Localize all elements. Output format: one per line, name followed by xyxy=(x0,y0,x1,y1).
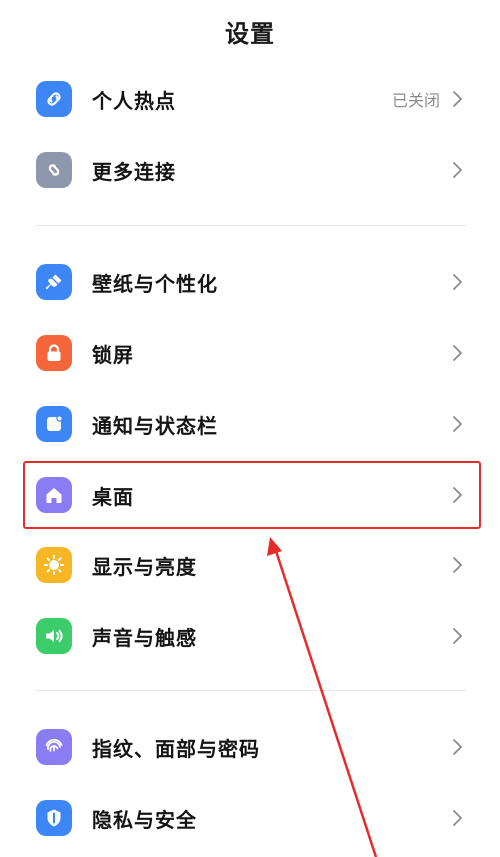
settings-item-label: 隐私与安全 xyxy=(92,807,197,832)
settings-item-label: 锁屏 xyxy=(92,342,134,367)
settings-item-label: 指纹、面部与密码 xyxy=(92,736,260,761)
settings-page: 设置 个人热点 已关闭 更多连接 壁纸与个性化 锁屏 通知与状态栏 桌面 显示与… xyxy=(0,0,500,857)
lock-icon xyxy=(36,335,72,371)
settings-item-label: 壁纸与个性化 xyxy=(92,271,218,296)
fingerprint-icon xyxy=(36,729,72,765)
settings-item-display[interactable]: 显示与亮度 xyxy=(0,535,500,595)
chevron-right-icon xyxy=(450,737,464,757)
chevron-right-icon xyxy=(450,555,464,575)
speaker-icon xyxy=(36,618,72,654)
sun-icon xyxy=(36,547,72,583)
chevron-right-icon xyxy=(450,414,464,434)
settings-item-wallpaper[interactable]: 壁纸与个性化 xyxy=(0,252,500,312)
privacy-shield-icon xyxy=(36,800,72,836)
chevron-right-icon xyxy=(450,89,464,109)
page-title: 设置 xyxy=(225,20,275,48)
settings-item-more-connections[interactable]: 更多连接 xyxy=(0,140,500,200)
settings-item-privacy[interactable]: 隐私与安全 xyxy=(0,788,500,848)
settings-item-label: 个人热点 xyxy=(92,88,176,113)
settings-item-lock-screen[interactable]: 锁屏 xyxy=(0,323,500,383)
settings-item-label: 声音与触感 xyxy=(92,625,197,650)
brush-icon xyxy=(36,264,72,300)
chevron-right-icon xyxy=(450,808,464,828)
settings-item-label: 显示与亮度 xyxy=(92,554,197,579)
settings-item-hotspot[interactable]: 个人热点 已关闭 xyxy=(0,69,500,129)
chevron-right-icon xyxy=(450,343,464,363)
highlight-annotation-box xyxy=(23,461,481,529)
chevron-right-icon xyxy=(450,626,464,646)
section-divider xyxy=(36,690,466,691)
notification-icon xyxy=(36,406,72,442)
settings-item-biometrics[interactable]: 指纹、面部与密码 xyxy=(0,717,500,777)
settings-item-sound[interactable]: 声音与触感 xyxy=(0,606,500,666)
settings-item-label: 通知与状态栏 xyxy=(92,413,218,438)
hotspot-icon xyxy=(36,81,72,117)
link-icon xyxy=(36,152,72,188)
chevron-right-icon xyxy=(450,272,464,292)
settings-item-notifications[interactable]: 通知与状态栏 xyxy=(0,394,500,454)
hotspot-status: 已关闭 xyxy=(391,91,440,110)
settings-item-label: 更多连接 xyxy=(92,159,176,184)
chevron-right-icon xyxy=(450,160,464,180)
section-divider xyxy=(36,225,466,226)
